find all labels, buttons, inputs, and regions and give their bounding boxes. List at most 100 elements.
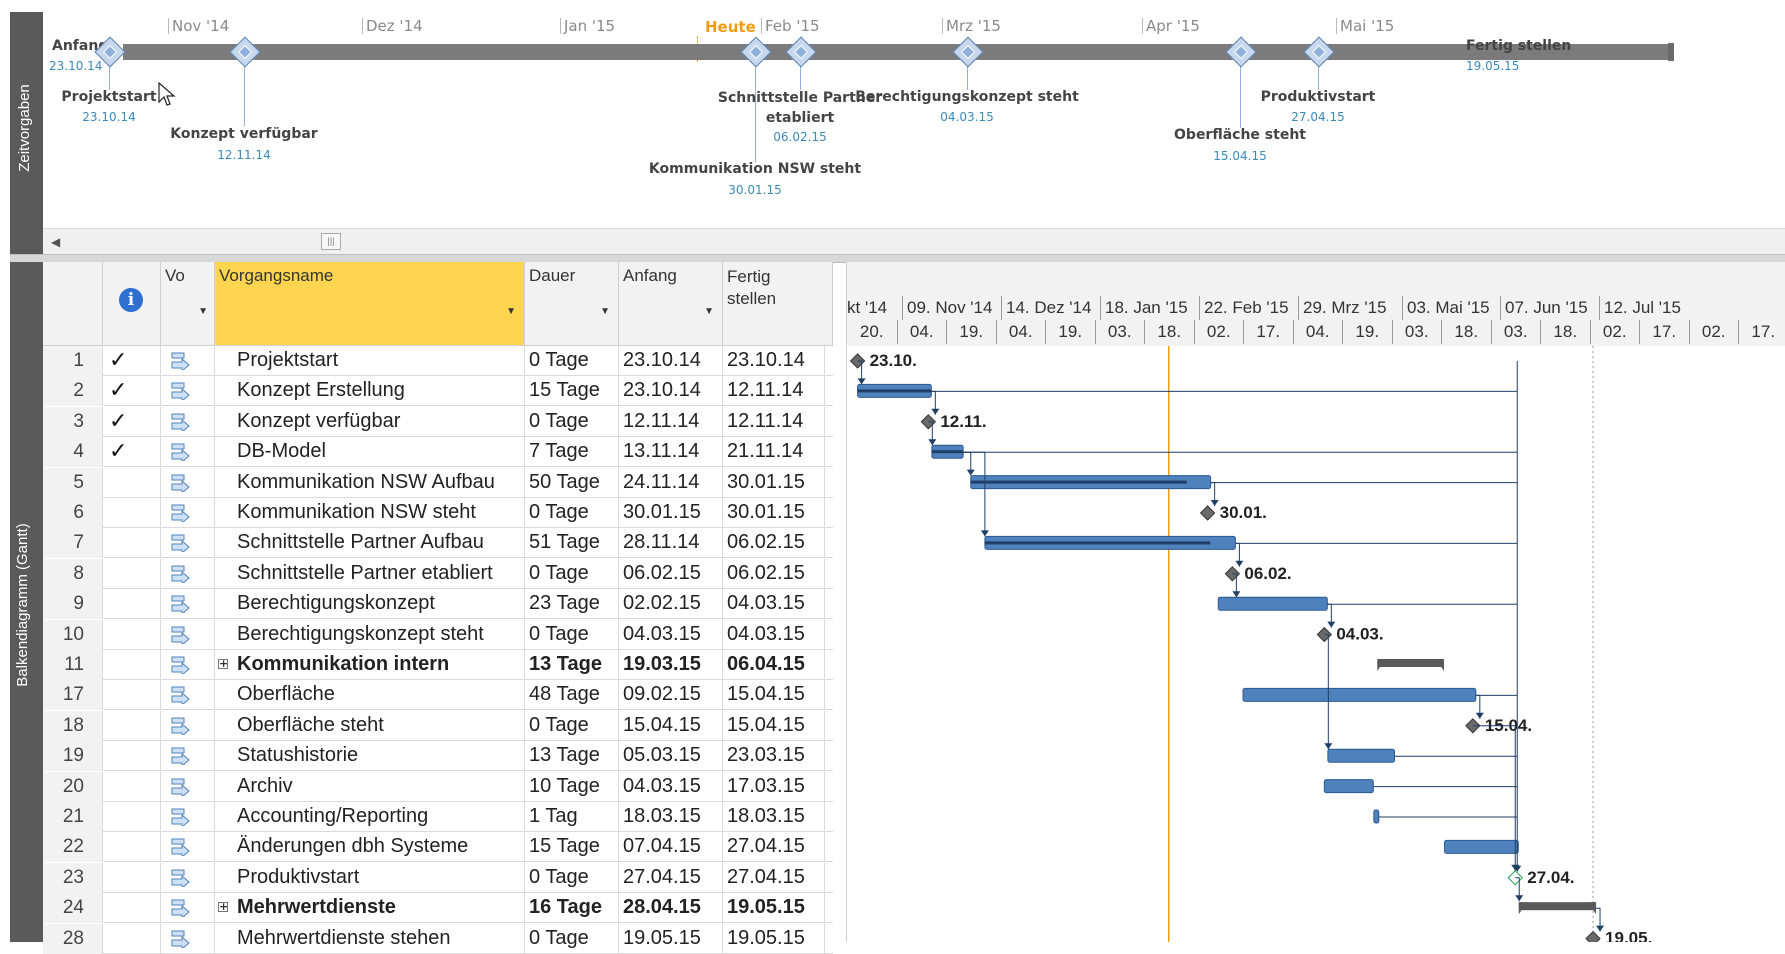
task-duration[interactable]: 0 Tage (525, 558, 619, 589)
task-start[interactable]: 12.11.14 (619, 406, 723, 437)
table-row[interactable]: 17 Oberfläche 48 Tage 09.02.15 15.04.15 (43, 680, 833, 711)
row-id[interactable]: 4 (43, 437, 103, 468)
dependency-link[interactable] (963, 451, 986, 537)
progress-bar[interactable] (984, 541, 1211, 545)
row-mode[interactable] (161, 589, 215, 620)
task-finish[interactable]: 06.04.15 (723, 650, 825, 680)
scroll-left-arrow-icon[interactable]: ◀ (51, 235, 60, 249)
task-finish[interactable]: 06.02.15 (723, 528, 825, 559)
task-start[interactable]: 19.03.15 (619, 650, 723, 680)
row-id[interactable]: 17 (43, 680, 103, 711)
table-row[interactable]: 22 Änderungen dbh Systeme 15 Tage 07.04.15 2… (43, 832, 833, 863)
table-row[interactable]: 28 Mehrwertdienste stehen 0 Tage 19.05.15 19… (43, 923, 833, 954)
task-start[interactable]: 27.04.15 (619, 862, 723, 893)
task-start[interactable]: 28.04.15 (619, 893, 723, 924)
row-id[interactable]: 20 (43, 771, 103, 802)
task-duration[interactable]: 10 Tage (525, 771, 619, 802)
task-name[interactable]: Konzept Erstellung (215, 376, 525, 407)
row-indicator[interactable] (103, 650, 161, 680)
milestone-diamond-icon[interactable] (849, 353, 866, 369)
column-header-mode[interactable]: Vo ▼ (161, 262, 215, 346)
task-start[interactable]: 19.05.15 (619, 923, 723, 954)
row-mode[interactable] (161, 619, 215, 650)
column-header-duration[interactable]: Dauer ▼ (525, 262, 619, 346)
table-row[interactable]: 7 Schnittstelle Partner Aufbau 51 Tage 28.1… (43, 528, 833, 559)
row-indicator[interactable] (103, 467, 161, 498)
table-row[interactable]: 2 ✓ Konzept Erstellung 15 Tage 23.10.14 12.11… (43, 376, 833, 407)
dependency-arrow[interactable] (1324, 743, 1333, 750)
row-indicator[interactable]: ✓ (103, 346, 161, 376)
task-start[interactable]: 09.02.15 (619, 680, 723, 711)
row-mode[interactable] (161, 558, 215, 589)
progress-bar[interactable] (970, 480, 1187, 484)
task-start[interactable]: 15.04.15 (619, 710, 723, 741)
row-indicator[interactable] (103, 619, 161, 650)
task-finish[interactable]: 12.11.14 (723, 376, 825, 407)
table-row[interactable]: 18 Oberfläche steht 0 Tage 15.04.15 15.04.15 (43, 710, 833, 741)
task-start[interactable]: 04.03.15 (619, 771, 723, 802)
dependency-arrow[interactable] (928, 439, 937, 446)
task-duration[interactable]: 23 Tage (525, 589, 619, 620)
row-mode[interactable] (161, 467, 215, 498)
row-indicator[interactable] (103, 710, 161, 741)
task-finish[interactable]: 30.01.15 (723, 498, 825, 528)
table-row[interactable]: 23 Produktivstart 0 Tage 27.04.15 27.04.15 (43, 862, 833, 893)
task-finish[interactable]: 27.04.15 (723, 832, 825, 863)
task-duration[interactable]: 7 Tage (525, 437, 619, 468)
row-id[interactable]: 3 (43, 406, 103, 437)
row-indicator[interactable] (103, 893, 161, 924)
row-mode[interactable] (161, 802, 215, 832)
milestone-marker[interactable]: 30.01. (1199, 503, 1267, 522)
row-mode[interactable] (161, 893, 215, 924)
task-start[interactable]: 30.01.15 (619, 498, 723, 528)
task-finish[interactable]: 23.03.15 (723, 741, 825, 772)
task-duration[interactable]: 50 Tage (525, 467, 619, 498)
task-finish[interactable]: 21.11.14 (723, 437, 825, 468)
row-indicator[interactable] (103, 741, 161, 772)
table-row[interactable]: 19 Statushistorie 13 Tage 05.03.15 23.03.15 (43, 741, 833, 772)
task-duration[interactable]: 0 Tage (525, 862, 619, 893)
row-indicator[interactable] (103, 680, 161, 711)
task-name[interactable]: Oberfläche steht (215, 710, 525, 741)
task-finish[interactable]: 27.04.15 (723, 862, 825, 893)
task-finish[interactable]: 15.04.15 (723, 680, 825, 711)
task-start[interactable]: 13.11.14 (619, 437, 723, 468)
dependency-arrow[interactable] (931, 408, 940, 415)
column-header-finish[interactable]: Fertig stellen (723, 262, 833, 346)
task-bar[interactable] (1323, 779, 1374, 794)
dependency-arrow[interactable] (1596, 925, 1605, 932)
summary-bar[interactable] (1518, 902, 1597, 911)
row-id[interactable]: 28 (43, 923, 103, 954)
dependency-arrow[interactable] (980, 530, 989, 537)
task-duration[interactable]: 51 Tage (525, 528, 619, 559)
table-row[interactable]: 3 ✓ Konzept verfügbar 0 Tage 12.11.14 12.11.1… (43, 406, 833, 437)
row-mode[interactable] (161, 376, 215, 407)
task-finish[interactable]: 15.04.15 (723, 710, 825, 741)
table-row[interactable]: 8 Schnittstelle Partner etabliert 0 Tage 06… (43, 558, 833, 589)
milestone-diamond-icon[interactable] (785, 36, 817, 68)
chevron-down-icon[interactable]: ▼ (506, 306, 516, 317)
dependency-arrow[interactable] (1210, 500, 1219, 506)
chevron-down-icon[interactable]: ▼ (198, 306, 208, 317)
row-mode[interactable] (161, 406, 215, 437)
task-finish[interactable]: 17.03.15 (723, 771, 825, 802)
row-id[interactable]: 7 (43, 528, 103, 559)
progress-bar[interactable] (931, 450, 964, 454)
task-name[interactable]: Archiv (215, 771, 525, 802)
row-indicator[interactable] (103, 771, 161, 802)
dependency-arrow[interactable] (1327, 621, 1336, 628)
milestone-diamond-icon[interactable] (1199, 505, 1216, 521)
task-start[interactable]: 06.02.15 (619, 558, 723, 589)
progress-bar[interactable] (857, 389, 932, 393)
task-duration[interactable]: 0 Tage (525, 923, 619, 954)
task-bar[interactable] (1327, 748, 1396, 763)
task-name[interactable]: Änderungen dbh Systeme (215, 832, 525, 863)
row-indicator[interactable] (103, 528, 161, 559)
table-row[interactable]: 11 Kommunikation intern +13 Tage 19.03.15 06… (43, 650, 833, 680)
row-mode[interactable] (161, 528, 215, 559)
task-duration[interactable]: 0 Tage (525, 498, 619, 528)
task-bar[interactable] (1217, 596, 1328, 611)
timeline-bar[interactable] (123, 44, 1668, 60)
task-start[interactable]: 07.04.15 (619, 832, 723, 863)
milestone-marker[interactable]: 04.03. (1316, 625, 1384, 644)
